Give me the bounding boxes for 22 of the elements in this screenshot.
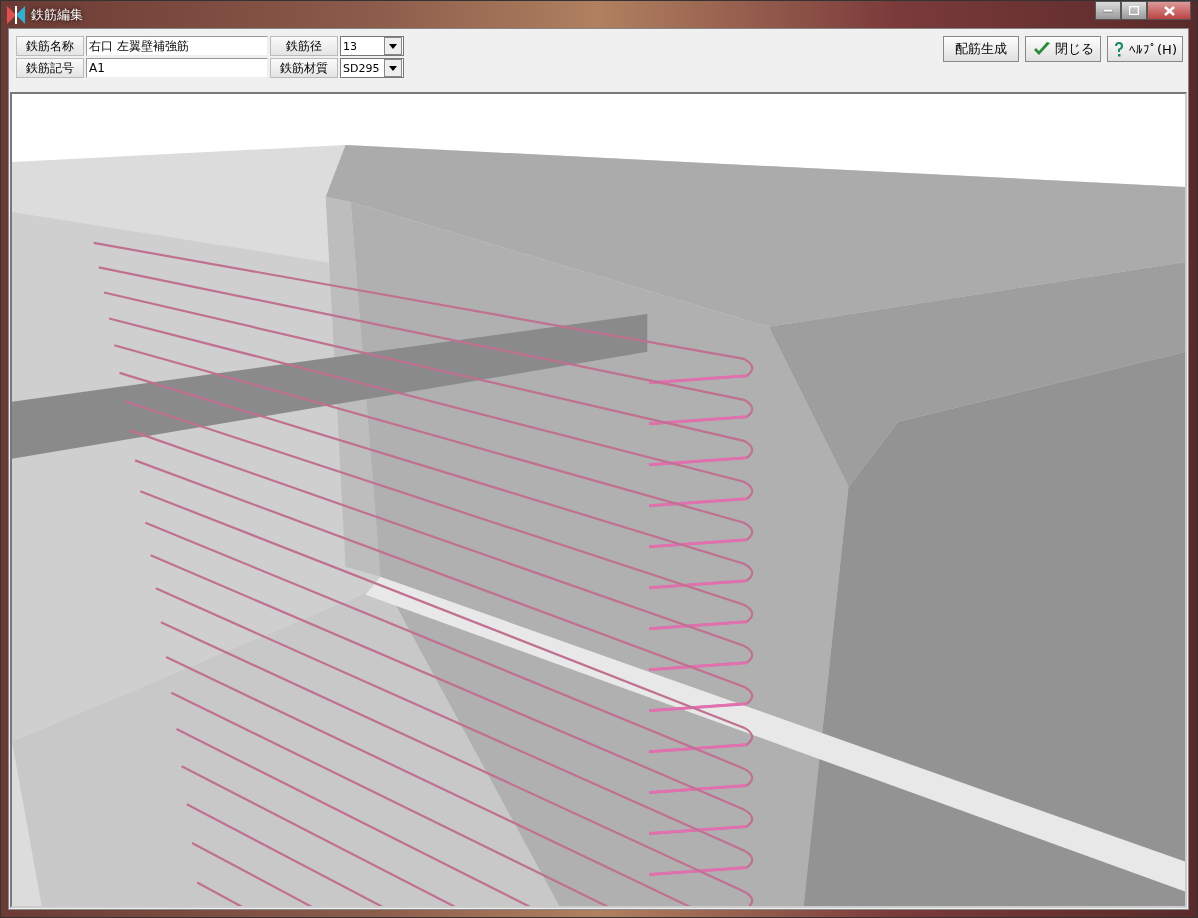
dropdown[interactable]: 13 (340, 36, 404, 57)
text-field[interactable]: 右口 左翼壁補強筋 (86, 36, 268, 57)
field-label: 鉄筋記号 (16, 58, 84, 79)
maximize-icon (1129, 6, 1139, 15)
minimize-icon (1103, 8, 1113, 13)
field-label: 鉄筋径 (270, 36, 338, 57)
toolbar-button[interactable]: 閉じる (1025, 36, 1101, 63)
app-logo-icon (7, 5, 25, 24)
window-title: 鉄筋編集 (31, 5, 84, 24)
maximize-button[interactable] (1121, 1, 1147, 20)
field-label: 鉄筋材質 (270, 58, 338, 79)
field-label: 鉄筋名称 (16, 36, 84, 57)
close-icon (1163, 5, 1175, 16)
close-button[interactable] (1147, 1, 1191, 20)
toolbar-button[interactable]: 配筋生成 (943, 36, 1019, 63)
toolbar-button[interactable]: ﾍﾙﾌﾟ(H) (1107, 36, 1183, 63)
minimize-button[interactable] (1095, 1, 1121, 20)
help-icon (1113, 40, 1126, 58)
dropdown[interactable]: SD295 (340, 58, 404, 79)
dropdown-arrow-icon (389, 43, 397, 49)
dropdown-arrow-icon (389, 65, 397, 71)
text-field[interactable]: A1 (86, 58, 268, 79)
